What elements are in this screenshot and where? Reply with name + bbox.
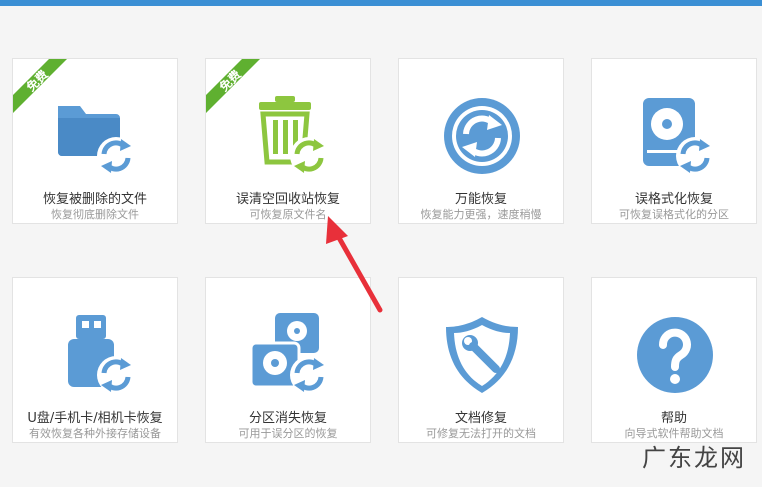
card-universal-recovery[interactable]: 万能恢复 恢复能力更强，速度稍慢 [398, 58, 564, 224]
card-subtitle: 恢复能力更强，速度稍慢 [420, 208, 542, 221]
card-subtitle: 恢复彻底删除文件 [51, 208, 139, 221]
watermark: 广东龙网 [642, 444, 746, 472]
card-title: U盘/手机卡/相机卡恢复 [27, 411, 163, 426]
formatted-disk-restore-icon [643, 98, 714, 175]
universal-restore-icon [444, 98, 520, 174]
card-title: 万能恢复 [454, 192, 507, 207]
card-recover-deleted-files[interactable]: 恢复被删除的文件 恢复彻底删除文件 免费 [12, 58, 178, 224]
card-title: 分区消失恢复 [248, 411, 327, 426]
card-format-recovery[interactable]: 误格式化恢复 可恢复误格式化的分区 [591, 58, 757, 224]
card-subtitle: 可恢复误格式化的分区 [619, 208, 729, 221]
usb-restore-icon [68, 315, 135, 394]
document-repair-shield-icon [446, 317, 518, 393]
card-subtitle: 可修复无法打开的文档 [426, 427, 536, 440]
top-bar [0, 0, 762, 6]
card-usb-card-recovery[interactable]: U盘/手机卡/相机卡恢复 有效恢复各种外接存储设备 [12, 277, 178, 443]
card-help[interactable]: 帮助 向导式软件帮助文档 [591, 277, 757, 443]
card-subtitle: 可用于误分区的恢复 [238, 427, 338, 440]
card-subtitle: 可恢复原文件名 [249, 208, 327, 221]
card-title: 文档修复 [454, 411, 507, 426]
card-title: 帮助 [660, 411, 687, 426]
card-subtitle: 有效恢复各种外接存储设备 [29, 427, 161, 440]
card-title: 误格式化恢复 [634, 192, 713, 207]
card-partition-recovery[interactable]: 分区消失恢复 可用于误分区的恢复 [205, 277, 371, 443]
card-recycle-bin-recovery[interactable]: 误清空回收站恢复 可恢复原文件名 免费 [205, 58, 371, 224]
help-icon [637, 317, 713, 393]
card-title: 恢复被删除的文件 [42, 192, 147, 207]
partition-restore-icon [249, 313, 328, 394]
card-document-repair[interactable]: 文档修复 可修复无法打开的文档 [398, 277, 564, 443]
card-title: 误清空回收站恢复 [235, 192, 340, 207]
